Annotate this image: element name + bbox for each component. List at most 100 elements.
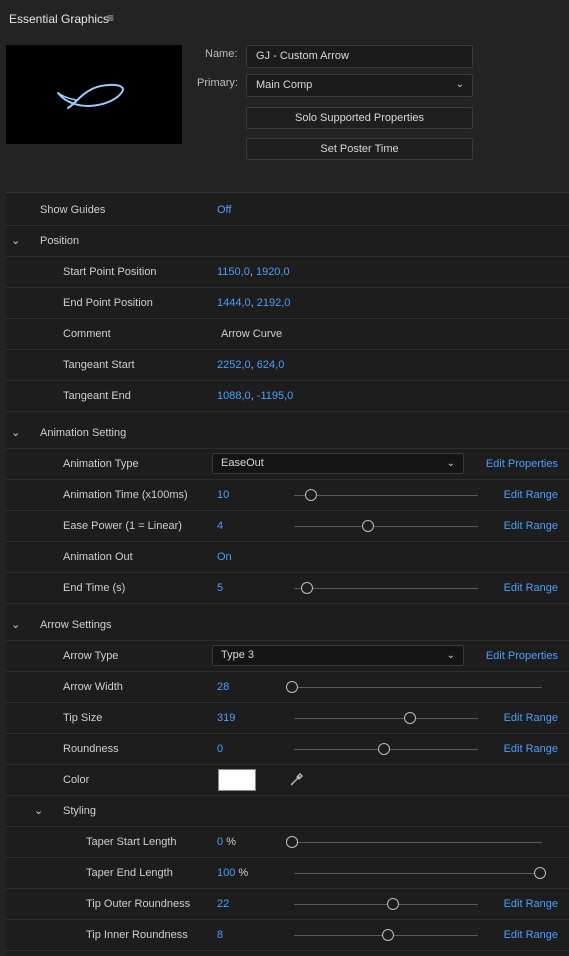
chevron-down-icon: ⌄ [455,79,464,90]
start-point-value: 1150,0, 1920,0 [217,266,290,278]
chevron-down-icon[interactable]: ⌄ [34,804,44,817]
styling-section[interactable]: ⌄ Styling [6,796,569,827]
hamburger-icon[interactable]: ≡ [107,11,114,25]
name-field[interactable]: GJ - Custom Arrow [246,45,473,68]
show-guides-value[interactable]: Off [217,204,231,216]
position-section[interactable]: ⌄ Position [6,226,569,257]
eyedropper-icon[interactable] [289,771,305,790]
tip-size-label: Tip Size [63,712,103,724]
tip-inner-roundness-row: Tip Inner Roundness 8 Edit Range [6,920,569,951]
primary-select[interactable]: Main Comp ⌄ [246,74,473,97]
slider-knob[interactable] [387,898,400,910]
roundness-slider[interactable] [294,743,478,755]
animation-time-value[interactable]: 10 [217,489,229,501]
chevron-down-icon: ⌄ [446,650,455,661]
slider-knob[interactable] [300,582,313,594]
slider-knob[interactable] [361,520,374,532]
animation-time-edit-range-link[interactable]: Edit Range [504,489,558,501]
styling-label: Styling [63,805,97,817]
tip-outer-roundness-value[interactable]: 22 [217,898,229,910]
arrow-type-row: Arrow Type Type 3 ⌄ Edit Properties [6,641,569,672]
chevron-down-icon[interactable]: ⌄ [11,426,21,439]
slider-knob[interactable] [286,681,298,693]
tip-inner-roundness-edit-range-link[interactable]: Edit Range [504,929,558,941]
slider-knob[interactable] [286,836,298,848]
tangeant-start-label: Tangeant Start [63,359,135,371]
slider-knob[interactable] [534,867,546,879]
slider-knob[interactable] [378,743,391,755]
ease-power-value[interactable]: 4 [217,520,223,532]
slider-knob[interactable] [381,929,394,941]
end-time-label: End Time (s) [63,582,126,594]
end-time-slider[interactable] [294,582,478,594]
animation-out-label: Animation Out [63,551,133,563]
tangeant-end-value: 1088,0, -1195,0 [217,390,294,402]
end-point-value: 1444,0, 2192,0 [217,297,291,309]
tip-size-edit-range-link[interactable]: Edit Range [504,712,558,724]
roundness-value[interactable]: 0 [217,743,223,755]
animation-setting-section[interactable]: ⌄ Animation Setting [6,418,569,449]
end-time-row: End Time (s) 5 Edit Range [6,573,569,604]
solo-supported-properties-button[interactable]: Solo Supported Properties [246,107,473,129]
show-guides-label: Show Guides [40,204,106,216]
arrow-type-label: Arrow Type [63,650,119,662]
tangeant-start-y[interactable]: 624,0 [257,359,285,371]
taper-end-slider[interactable] [294,867,546,879]
name-label: Name: [205,48,238,60]
taper-end-number[interactable]: 100 [217,867,235,879]
end-time-value[interactable]: 5 [217,582,223,594]
tangeant-end-y[interactable]: -1195,0 [257,390,294,402]
taper-start-value: 0 % [217,836,236,848]
end-point-x[interactable]: 1444,0 [217,297,251,309]
taper-start-unit: % [226,836,236,848]
tangeant-end-label: Tangeant End [63,390,131,402]
properties-panel: Show Guides Off ⌄ Position Start Point P… [6,192,569,956]
animation-setting-label: Animation Setting [40,427,127,439]
chevron-down-icon[interactable]: ⌄ [11,234,21,247]
slider-knob[interactable] [304,489,317,501]
arrow-type-select[interactable]: Type 3 ⌄ [212,645,464,666]
tip-size-value[interactable]: 319 [217,712,235,724]
end-time-edit-range-link[interactable]: Edit Range [504,582,558,594]
color-swatch[interactable] [218,769,256,791]
tip-outer-roundness-edit-range-link[interactable]: Edit Range [504,898,558,910]
comment-text: Arrow Curve [221,328,283,340]
tip-size-slider[interactable] [294,712,478,724]
tip-inner-roundness-slider[interactable] [294,929,478,941]
tangeant-start-x[interactable]: 2252,0 [217,359,251,371]
arrow-width-slider[interactable] [286,681,542,693]
tip-size-row: Tip Size 319 Edit Range [6,703,569,734]
chevron-down-icon: ⌄ [446,458,455,469]
start-point-x[interactable]: 1150,0 [217,266,250,278]
arrow-settings-section[interactable]: ⌄ Arrow Settings [6,610,569,641]
tangeant-start-value: 2252,0, 624,0 [217,359,285,371]
color-row: Color [6,765,569,796]
end-point-y[interactable]: 2192,0 [257,297,291,309]
taper-end-value: 100 % [217,867,248,879]
animation-time-slider[interactable] [294,489,478,501]
roundness-edit-range-link[interactable]: Edit Range [504,743,558,755]
arrow-type-edit-properties-link[interactable]: Edit Properties [486,650,558,662]
ease-power-slider[interactable] [294,520,478,532]
arrow-width-value[interactable]: 28 [217,681,229,693]
animation-type-select[interactable]: EaseOut ⌄ [212,453,464,474]
slider-knob[interactable] [403,712,416,724]
tip-outer-roundness-slider[interactable] [294,898,478,910]
animation-out-value[interactable]: On [217,551,232,563]
tip-inner-roundness-value[interactable]: 8 [217,929,223,941]
taper-start-number[interactable]: 0 [217,836,223,848]
set-poster-time-button[interactable]: Set Poster Time [246,138,473,160]
ease-power-edit-range-link[interactable]: Edit Range [504,520,558,532]
taper-end-row: Taper End Length 100 % [6,858,569,889]
start-point-y[interactable]: 1920,0 [256,266,290,278]
animation-type-row: Animation Type EaseOut ⌄ Edit Properties [6,449,569,480]
chevron-down-icon[interactable]: ⌄ [11,618,21,631]
roundness-label: Roundness [63,743,119,755]
tangeant-end-x[interactable]: 1088,0 [217,390,251,402]
animation-type-edit-properties-link[interactable]: Edit Properties [486,458,558,470]
taper-start-slider[interactable] [286,836,542,848]
panel-header: Essential Graphics ≡ [0,0,569,38]
animation-time-label: Animation Time (x100ms) [63,489,188,501]
start-point-label: Start Point Position [63,266,157,278]
animation-type-value: EaseOut [221,457,264,469]
